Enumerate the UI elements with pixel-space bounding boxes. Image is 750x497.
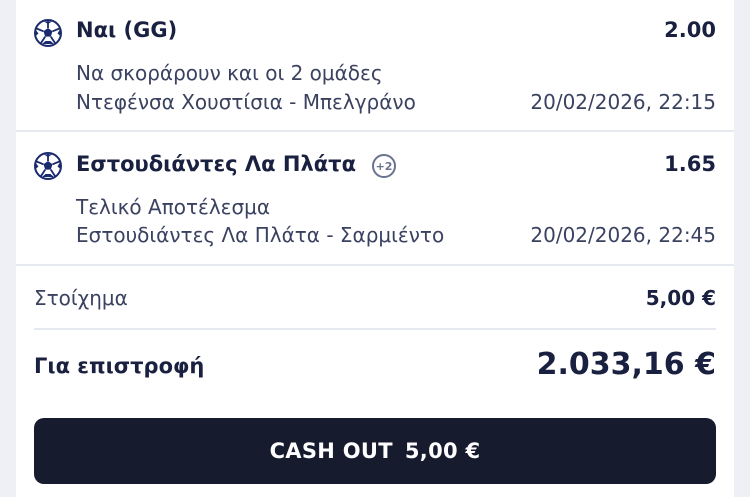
more-selections-badge[interactable]: +2 <box>372 154 396 178</box>
stake-label: Στοίχημα <box>34 286 128 310</box>
soccer-ball-icon <box>34 19 62 47</box>
market-name: Να σκοράρουν και οι 2 ομάδες <box>76 61 383 85</box>
bet-slip-card: Ναι (GG) 2.00 Να σκοράρουν και οι 2 ομάδ… <box>16 0 734 497</box>
selection-odds: 2.00 <box>664 18 716 42</box>
selection-title: Ναι (GG) <box>76 18 178 42</box>
cash-out-amount: 5,00 € <box>404 439 481 463</box>
event-datetime: 20/02/2026, 22:45 <box>530 223 716 247</box>
divider <box>16 264 734 266</box>
soccer-ball-icon <box>34 152 62 180</box>
event-datetime: 20/02/2026, 22:15 <box>530 90 716 114</box>
selection-odds: 1.65 <box>664 152 716 176</box>
cash-out-button[interactable]: CASH OUT 5,00 € <box>34 418 716 484</box>
selection-title: Εστουδιάντες Λα Πλάτα <box>76 152 357 176</box>
bet-selection-1[interactable]: Ναι (GG) 2.00 Να σκοράρουν και οι 2 ομάδ… <box>34 0 716 130</box>
return-label: Για επιστροφή <box>34 354 205 378</box>
event-name: Εστουδιάντες Λα Πλάτα - Σαρμιέντο <box>76 223 445 247</box>
bet-selection-2[interactable]: Εστουδιάντες Λα Πλάτα +2 1.65 Τελικό Απο… <box>34 132 716 264</box>
divider <box>34 328 716 330</box>
return-value: 2.033,16 € <box>536 347 716 382</box>
market-name: Τελικό Αποτέλεσμα <box>76 195 271 219</box>
stake-value: 5,00 € <box>645 286 716 310</box>
cash-out-label: CASH OUT <box>269 439 393 463</box>
event-name: Ντεφένσα Χουστίσια - Μπελγράνο <box>76 90 416 114</box>
